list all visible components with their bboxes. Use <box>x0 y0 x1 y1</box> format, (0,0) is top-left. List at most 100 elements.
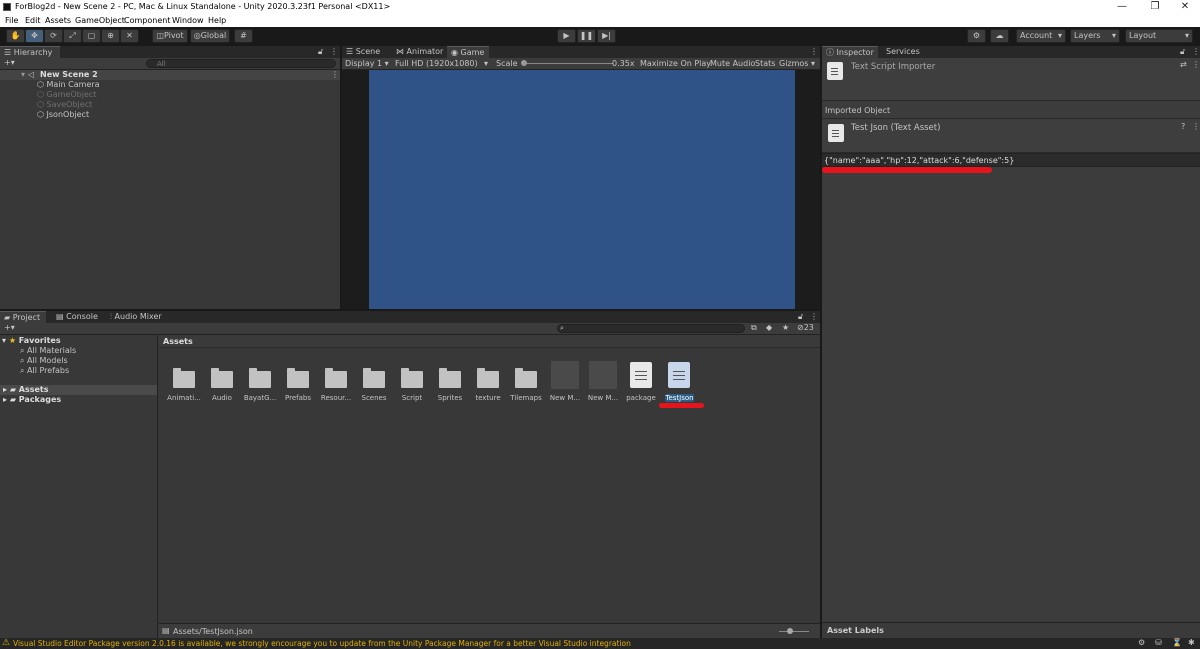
custom-tool-icon[interactable]: ✕ <box>120 29 139 43</box>
hierarchy-item[interactable]: ⬡ SaveObject <box>37 100 92 110</box>
lock-icon[interactable]: 🔓︎ <box>798 312 803 322</box>
asset-item[interactable]: texture <box>469 357 507 407</box>
minimize-button[interactable]: — <box>1107 1 1137 13</box>
tab-services[interactable]: Services <box>882 46 922 58</box>
menu-component[interactable]: Component <box>124 16 170 25</box>
debug-icon[interactable]: ⚙ <box>1138 638 1145 647</box>
asset-item[interactable]: Script <box>393 357 431 407</box>
asset-item[interactable]: New M... <box>584 357 622 407</box>
lock-icon[interactable]: 🔓︎ <box>318 47 323 57</box>
menu-help[interactable]: Help <box>208 16 226 25</box>
asset-item[interactable]: Tilemaps <box>507 357 545 407</box>
transform-tool-icon[interactable]: ⊕ <box>101 29 120 43</box>
kebab-menu-icon[interactable]: ⋮ <box>1192 122 1200 131</box>
tab-hierarchy[interactable]: ☰ Hierarchy <box>0 46 60 58</box>
add-icon[interactable]: +▾ <box>4 58 15 68</box>
rotate-tool-icon[interactable]: ⟳ <box>44 29 63 43</box>
assets-root-row[interactable]: ▸ ▰ Assets <box>0 385 157 395</box>
presets-icon[interactable]: ⇄ <box>1180 60 1187 69</box>
asset-item[interactable]: New M... <box>546 357 584 407</box>
collab-icon[interactable]: ⚙ <box>967 29 986 43</box>
asset-item[interactable]: Resour... <box>317 357 355 407</box>
breadcrumb-assets[interactable]: Assets <box>163 337 193 346</box>
kebab-menu-icon[interactable]: ⋮ <box>330 47 338 57</box>
lock-icon[interactable]: 🔓︎ <box>1180 47 1185 57</box>
tab-audio-mixer[interactable]: ⫶ Audio Mixer <box>106 311 168 323</box>
hierarchy-item[interactable]: ⬡ GameObject <box>37 90 96 100</box>
rect-tool-icon[interactable]: ▢ <box>82 29 101 43</box>
status-message[interactable]: Visual Studio Editor Package version 2.0… <box>13 639 631 648</box>
kebab-menu-icon[interactable]: ⋮ <box>331 70 339 80</box>
asset-item[interactable]: BayatG... <box>241 357 279 407</box>
favorites-item[interactable]: ⌕ All Prefabs <box>20 366 69 376</box>
stats-toggle[interactable]: Stats <box>755 59 775 68</box>
asset-item[interactable]: Animati... <box>165 357 203 407</box>
play-button[interactable]: ▶ <box>557 29 576 43</box>
packages-root-row[interactable]: ▸ ▰ Packages <box>3 395 61 405</box>
menu-window[interactable]: Window <box>172 16 204 25</box>
hierarchy-item[interactable]: ⬡ Main Camera <box>37 80 100 90</box>
cache-icon[interactable]: ⛁ <box>1155 638 1162 647</box>
kebab-menu-icon[interactable]: ⋮ <box>810 47 818 57</box>
bug-icon[interactable]: ✱ <box>1188 638 1195 647</box>
chevron-down-icon[interactable]: ▾ <box>811 59 815 68</box>
display-dropdown[interactable]: Display 1 ▾ <box>345 59 389 68</box>
step-button[interactable]: ▶| <box>597 29 616 43</box>
scene-row[interactable]: ▾ ◁ New Scene 2 ⋮ <box>0 70 340 80</box>
filter-type-icon[interactable]: ⧉ <box>751 323 757 333</box>
scale-slider[interactable] <box>523 63 613 64</box>
tab-animator[interactable]: ⋈ Animator <box>392 46 444 58</box>
menu-gameobject[interactable]: GameObject <box>75 16 125 25</box>
project-search-input[interactable] <box>557 324 745 333</box>
icon-size-slider[interactable] <box>779 631 809 632</box>
tab-console[interactable]: ▤ Console <box>52 311 98 323</box>
hand-tool-icon[interactable]: ✋ <box>6 29 25 43</box>
hierarchy-item[interactable]: ⬡ JsonObject <box>37 110 89 120</box>
favorites-row[interactable]: ▾ ★ Favorites <box>2 336 61 346</box>
kebab-menu-icon[interactable]: ⋮ <box>1192 47 1200 57</box>
restore-button[interactable]: ❐ <box>1140 1 1170 13</box>
close-button[interactable]: ✕ <box>1170 1 1200 13</box>
add-icon[interactable]: +▾ <box>4 323 15 333</box>
icon-size-slider-thumb[interactable] <box>787 628 793 634</box>
asset-item[interactable]: Audio <box>203 357 241 407</box>
scale-tool-icon[interactable]: ⤢ <box>63 29 82 43</box>
progress-icon[interactable]: ⌛ <box>1172 638 1182 647</box>
kebab-menu-icon[interactable]: ⋮ <box>810 312 818 322</box>
asset-item[interactable]: Scenes <box>355 357 393 407</box>
favorites-item[interactable]: ⌕ All Models <box>20 356 68 366</box>
game-render-area[interactable] <box>369 70 795 309</box>
tab-inspector[interactable]: ⓘ Inspector <box>822 46 878 58</box>
move-tool-icon[interactable]: ✥ <box>25 29 44 43</box>
gizmos-toggle[interactable]: Gizmos <box>779 59 808 68</box>
pivot-toggle[interactable]: ◫Pivot <box>152 29 188 43</box>
asset-item[interactable]: Prefabs <box>279 357 317 407</box>
layers-dropdown[interactable]: Layers ▾ <box>1070 29 1120 43</box>
menu-file[interactable]: File <box>5 16 18 25</box>
kebab-menu-icon[interactable]: ⋮ <box>1192 60 1200 69</box>
resolution-dropdown[interactable]: Full HD (1920x1080) <box>395 59 478 68</box>
mute-audio-toggle[interactable]: Mute Audio <box>710 59 755 68</box>
asset-item[interactable]: Sprites <box>431 357 469 407</box>
account-dropdown[interactable]: Account ▾ <box>1016 29 1066 43</box>
tab-scene[interactable]: ☰ Scene <box>342 46 388 58</box>
asset-item[interactable]: TestJson <box>660 357 698 407</box>
menu-assets[interactable]: Assets <box>45 16 71 25</box>
grid-snap-icon[interactable]: # <box>234 29 253 43</box>
favorites-item[interactable]: ⌕ All Materials <box>20 346 76 356</box>
help-icon[interactable]: ? <box>1181 122 1185 131</box>
tab-game[interactable]: ◉ Game <box>447 46 489 58</box>
maximize-on-play-toggle[interactable]: Maximize On Play <box>640 59 711 68</box>
layout-dropdown[interactable]: Layout ▾ <box>1125 29 1193 43</box>
hierarchy-search-input[interactable]: All <box>146 59 336 68</box>
star-icon[interactable]: ★ <box>782 323 789 333</box>
pause-button[interactable]: ❚❚ <box>577 29 596 43</box>
global-toggle[interactable]: ◎Global <box>190 29 230 43</box>
scale-slider-thumb[interactable] <box>521 60 527 66</box>
tag-icon[interactable]: ◆ <box>766 323 772 333</box>
cloud-icon[interactable]: ☁ <box>990 29 1009 43</box>
menu-edit[interactable]: Edit <box>25 16 41 25</box>
tab-project[interactable]: ▰ Project <box>0 311 46 323</box>
hidden-packages-icon[interactable]: ⊘23 <box>797 323 814 333</box>
asset-item[interactable]: package <box>622 357 660 407</box>
